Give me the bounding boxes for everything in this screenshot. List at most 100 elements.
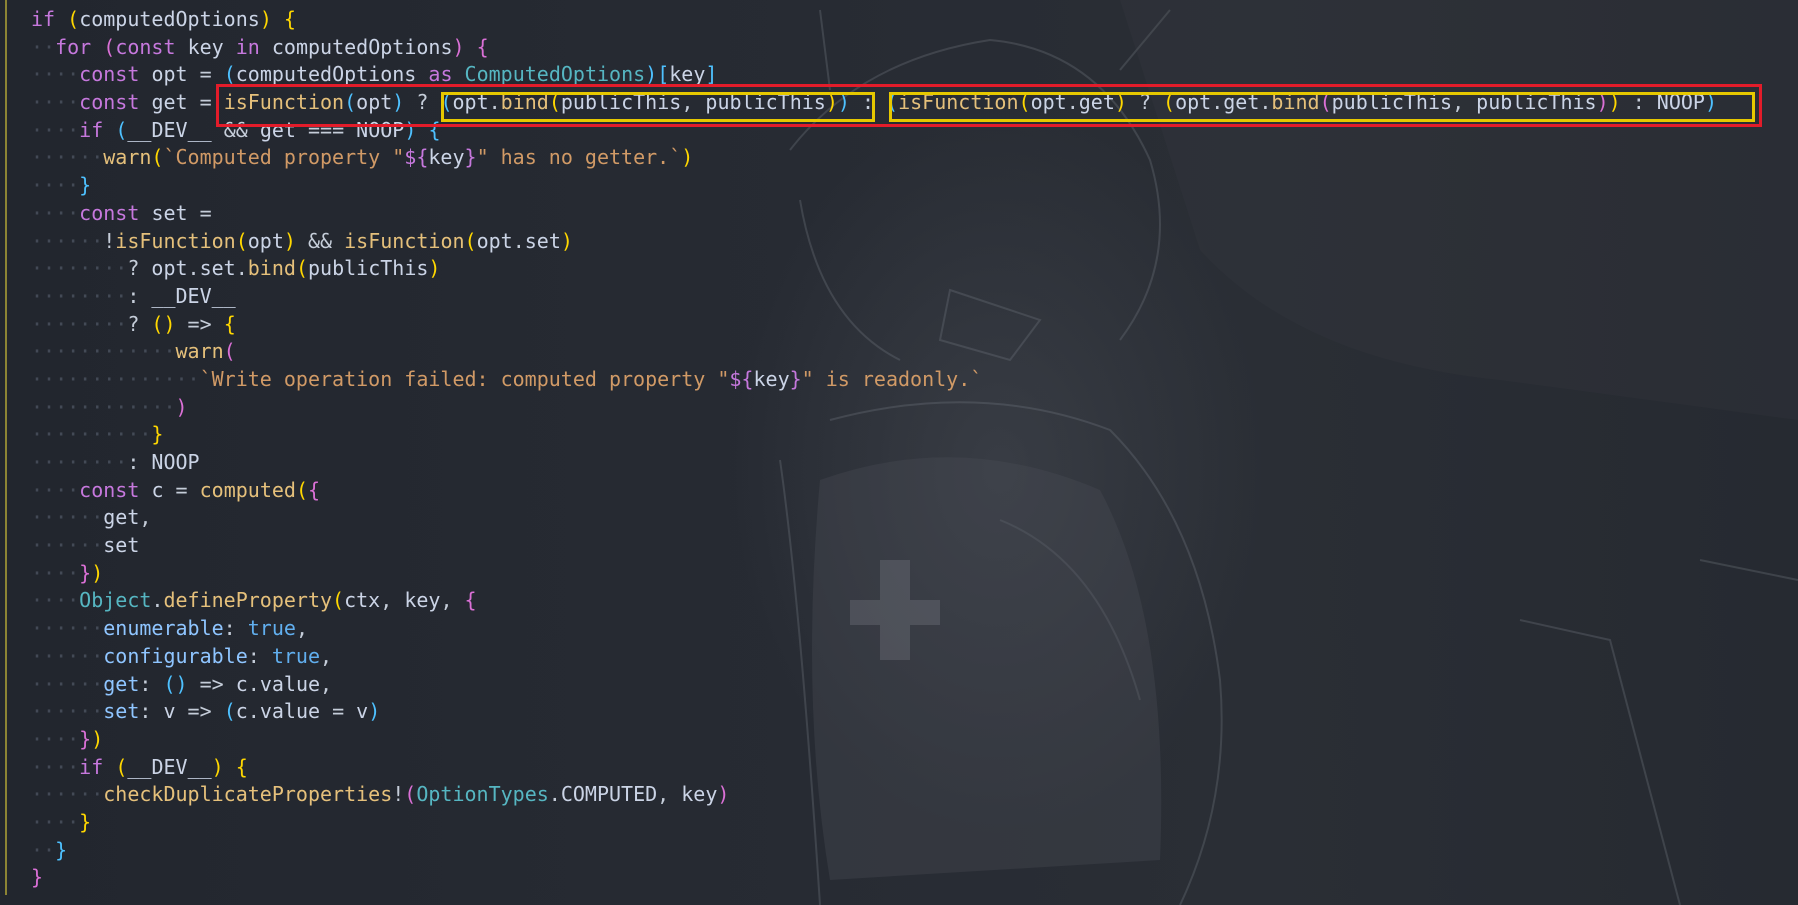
code-token: } (55, 837, 68, 862)
code-editor[interactable]: if (computedOptions) {··for (const key i… (0, 0, 1798, 905)
code-token: set (199, 256, 236, 281)
code-token: ( (223, 339, 236, 364)
code-token: . (1211, 90, 1224, 115)
code-token: { (283, 7, 296, 31)
code-token: v (356, 699, 369, 724)
code-line[interactable]: ············warn( (0, 338, 1798, 366)
code-token: ) (837, 90, 850, 115)
code-line[interactable]: ······get, (0, 504, 1798, 532)
code-token: ) (1608, 90, 1621, 115)
code-line[interactable]: ····const get = isFunction(opt) ? (opt.b… (0, 89, 1798, 117)
code-token: : (223, 616, 248, 641)
code-token: value (259, 671, 321, 696)
code-token: publicThis (1331, 90, 1453, 115)
code-token: ) (175, 394, 188, 419)
code-token: isFunction (898, 90, 1019, 115)
indent-guide: ···· (31, 173, 80, 198)
code-token: v (163, 699, 176, 724)
code-token: : (247, 643, 272, 668)
code-token: = (320, 699, 357, 724)
code-line[interactable]: ······get: () => c.value, (0, 671, 1798, 699)
code-token: ( (235, 228, 248, 253)
code-line[interactable]: ····const opt = (computedOptions as Comp… (0, 61, 1798, 89)
indent-guide: ···· (31, 477, 80, 502)
code-line[interactable]: ······enumerable: true, (0, 615, 1798, 643)
code-token: computedOptions (235, 62, 417, 87)
code-token: ) (1596, 90, 1609, 115)
code-line[interactable]: ····}) (0, 560, 1798, 588)
code-token: } (79, 560, 92, 585)
indent-guide: ······ (31, 671, 104, 696)
code-line[interactable]: if (computedOptions) { (0, 6, 1798, 34)
code-token: ) (404, 117, 417, 142)
code-token: === (295, 117, 357, 142)
code-line[interactable]: ········: __DEV__ (0, 283, 1798, 311)
code-token: . (247, 671, 260, 696)
code-token: . (187, 256, 200, 281)
code-line[interactable]: ······configurable: true, (0, 643, 1798, 671)
code-token: set (103, 533, 140, 558)
code-token: if (79, 754, 104, 779)
code-line[interactable]: ····if (__DEV__) { (0, 754, 1798, 782)
code-token: . (1066, 90, 1079, 115)
code-token: set (151, 200, 188, 225)
code-token: ? (1126, 90, 1164, 115)
code-line[interactable]: ····const c = computed({ (0, 477, 1798, 505)
code-token: opt (1175, 90, 1212, 115)
code-token: { (223, 311, 236, 336)
indent-guide: ·· (31, 34, 56, 59)
code-token: get (1078, 90, 1115, 115)
code-line[interactable]: ······set (0, 532, 1798, 560)
code-token: const (79, 90, 140, 115)
code-token: } (151, 422, 164, 447)
code-line[interactable]: ····const set = (0, 200, 1798, 228)
code-line[interactable]: ····Object.defineProperty(ctx, key, { (0, 587, 1798, 615)
code-line[interactable]: ····}) (0, 726, 1798, 754)
indent-guide: ···· (31, 754, 80, 779)
code-line[interactable]: ······warn(`Computed property "${key}" h… (0, 144, 1798, 172)
code-token: __DEV__ (151, 283, 236, 308)
code-token: ) (452, 34, 465, 59)
code-line[interactable]: ····} (0, 809, 1798, 837)
code-token: ( (1163, 90, 1176, 115)
code-token: c (151, 477, 164, 502)
code-token: computedOptions (271, 34, 453, 59)
code-token: configurable (103, 643, 248, 668)
code-line[interactable]: ········? () => { (0, 311, 1798, 339)
code-line[interactable]: ········? opt.set.bind(publicThis) (0, 255, 1798, 283)
indent-guide: ···· (31, 726, 80, 751)
code-line[interactable]: ········: NOOP (0, 449, 1798, 477)
code-token: publicThis (307, 256, 429, 281)
code-line[interactable]: } (0, 864, 1798, 892)
code-token: opt (1030, 90, 1067, 115)
code-line[interactable]: ····if (__DEV__ && get === NOOP) { (0, 117, 1798, 145)
code-line[interactable]: ··············`Write operation failed: c… (0, 366, 1798, 394)
code-line[interactable]: ··········} (0, 421, 1798, 449)
code-line[interactable]: ······set: v => (c.value = v) (0, 698, 1798, 726)
code-line[interactable]: ··for (const key in computedOptions) { (0, 34, 1798, 62)
code-line[interactable]: ······!isFunction(opt) && isFunction(opt… (0, 228, 1798, 256)
indent-guide: ···· (31, 90, 80, 115)
code-area[interactable]: if (computedOptions) {··for (const key i… (0, 6, 1798, 892)
code-token: isFunction (115, 228, 236, 253)
code-token: = (187, 62, 224, 87)
code-token: , (139, 505, 152, 530)
code-line[interactable]: ····} (0, 172, 1798, 200)
code-token: ) (1114, 90, 1127, 115)
indent-guide: ···· (31, 809, 80, 834)
code-line[interactable]: ··} (0, 837, 1798, 865)
code-token: __DEV__ (127, 754, 212, 779)
code-token: ( (332, 588, 345, 613)
code-token: true (271, 643, 321, 668)
code-line[interactable]: ······checkDuplicateProperties!(OptionTy… (0, 781, 1798, 809)
code-token: , (320, 643, 333, 668)
code-token: ) (1704, 90, 1718, 115)
code-token: value (259, 699, 321, 724)
code-token: " is readonly.` (801, 366, 983, 391)
code-line[interactable]: ············) (0, 394, 1798, 422)
code-token: key (669, 62, 706, 87)
code-token: isFunction (344, 228, 465, 253)
